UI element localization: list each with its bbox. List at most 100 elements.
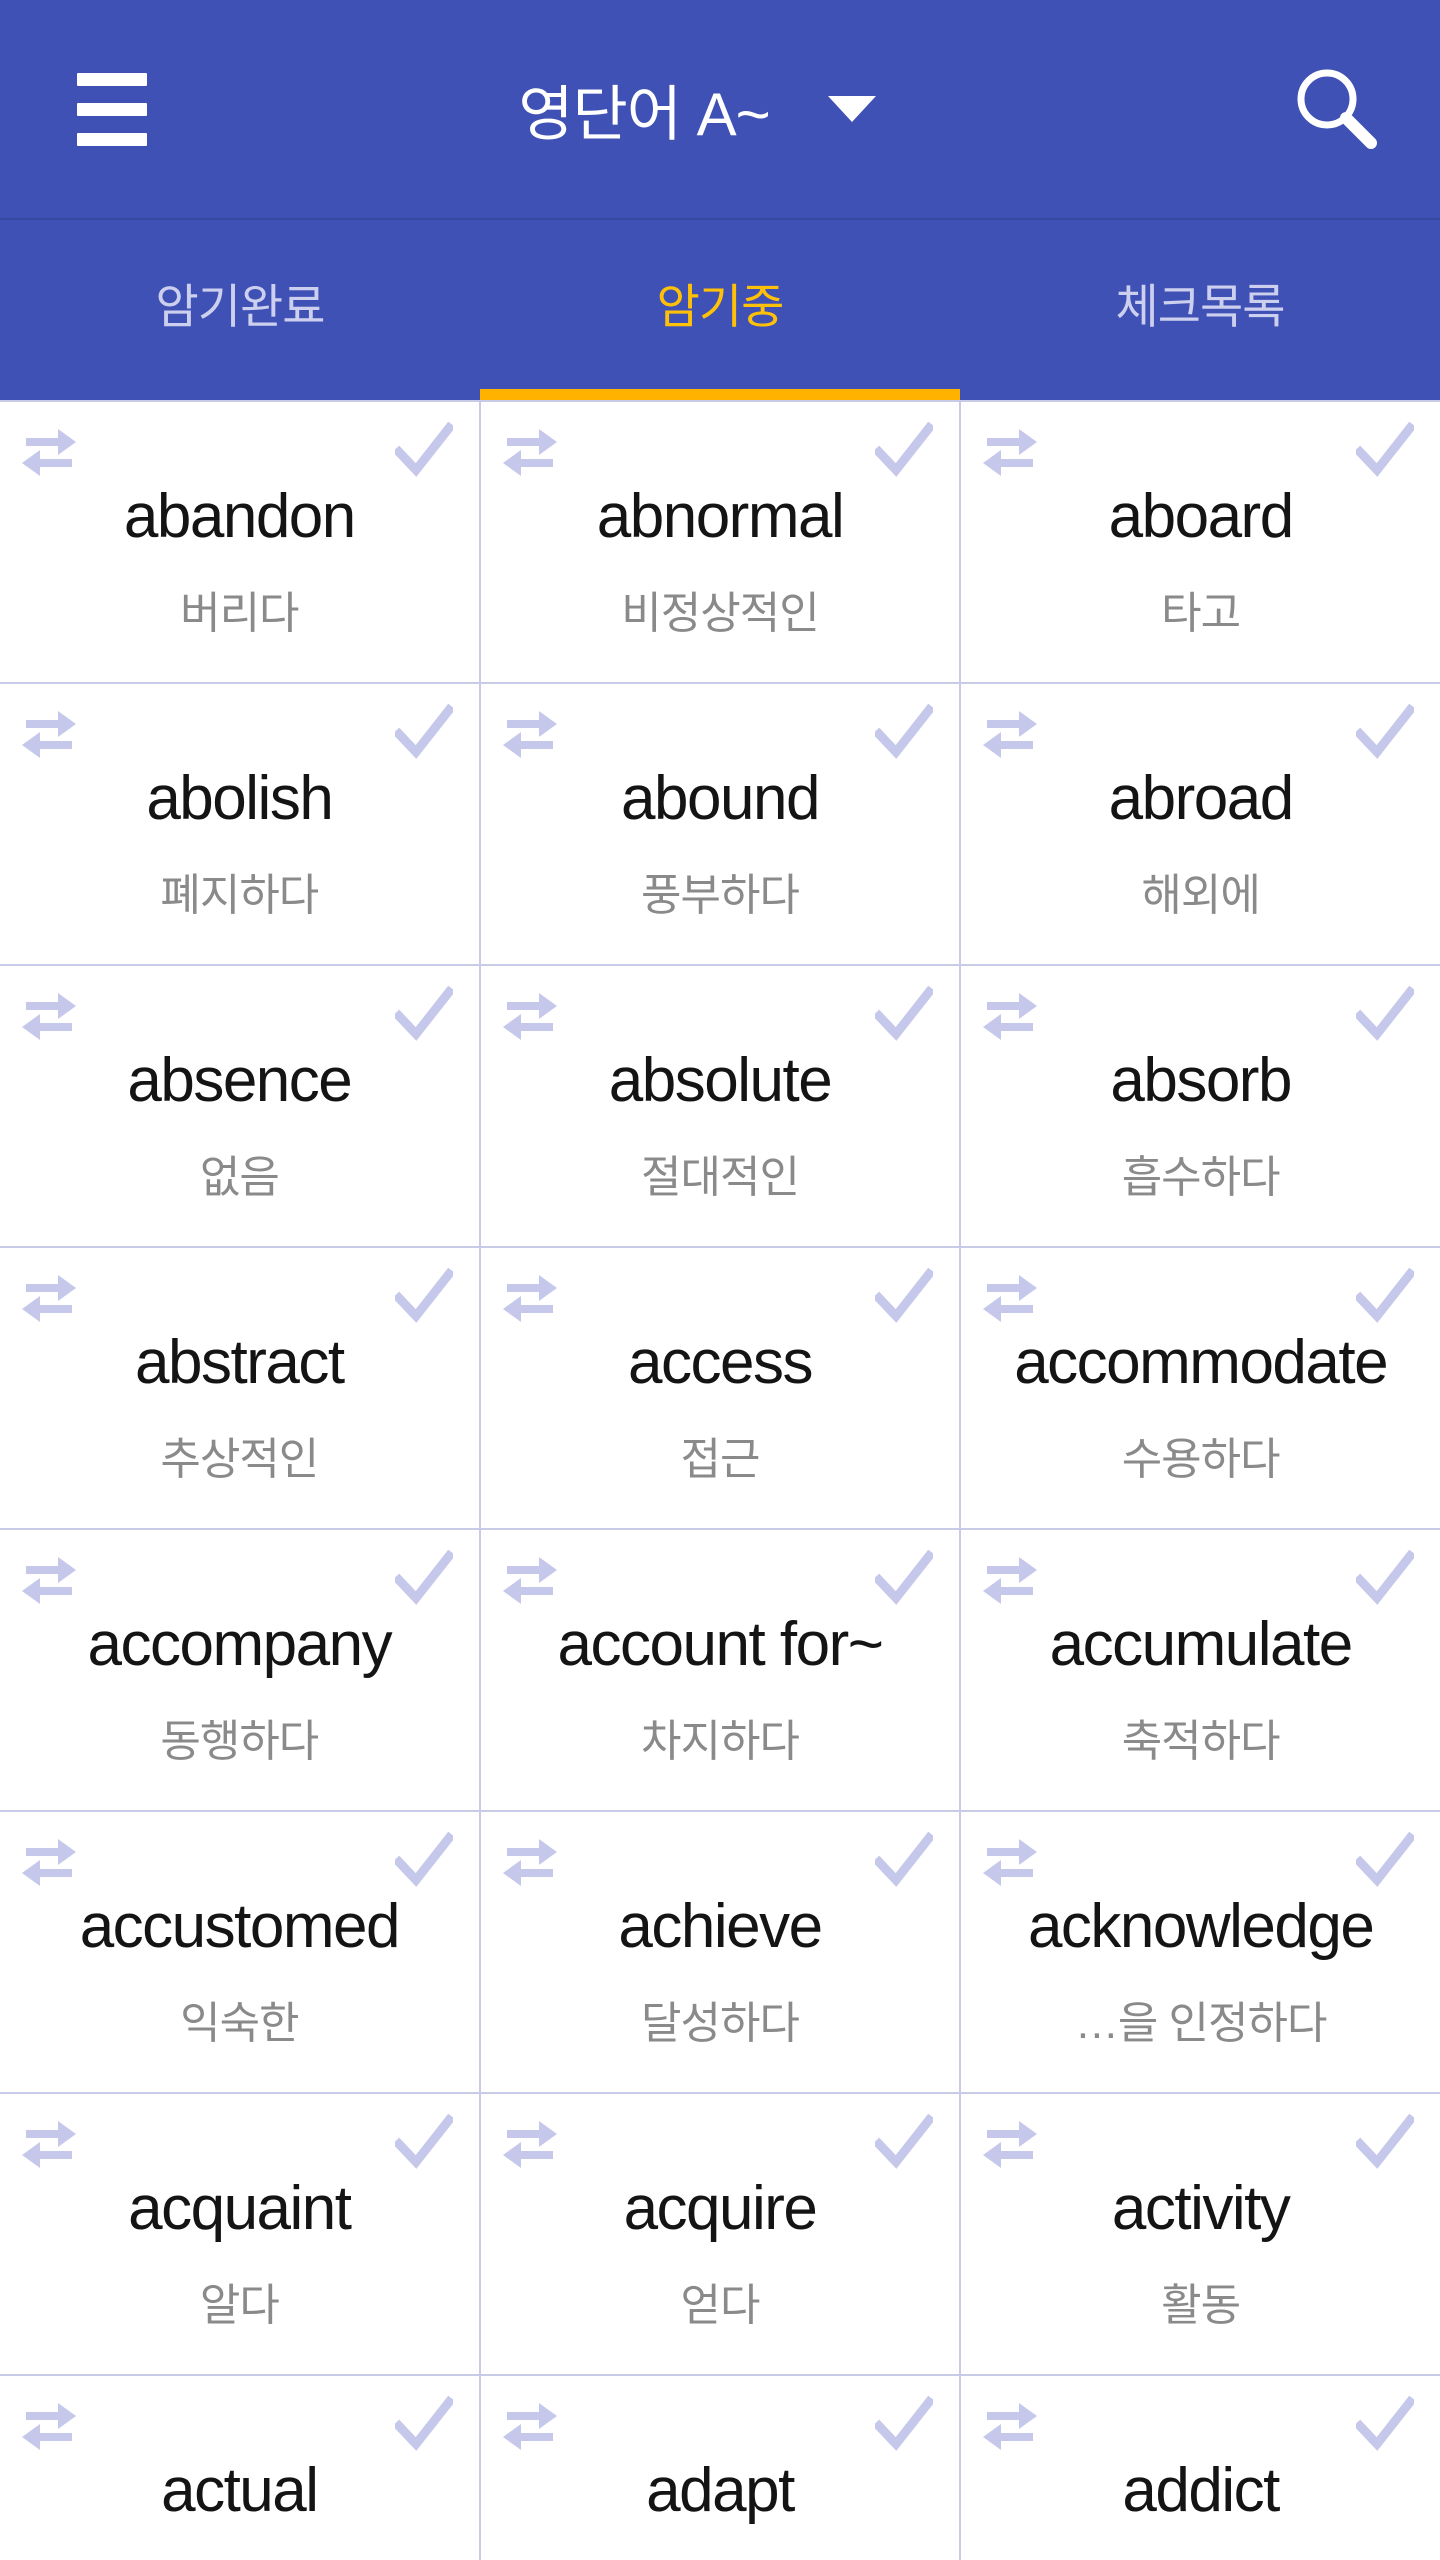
check-icon[interactable] [1355, 2114, 1414, 2170]
tab-checklist[interactable]: 체크목록 [960, 218, 1440, 400]
word-card[interactable]: actual [0, 2376, 479, 2560]
word-card[interactable]: acknowledge …을 인정하다 [961, 1812, 1440, 2092]
swap-arrows-icon[interactable] [499, 988, 561, 1040]
word-meaning: 축적하다 [1121, 1717, 1281, 1766]
check-icon[interactable] [394, 2396, 453, 2452]
swap-arrows-icon[interactable] [18, 1552, 80, 1604]
swap-arrows-icon[interactable] [18, 1270, 80, 1322]
tab-memorizing[interactable]: 암기중 [480, 218, 960, 400]
check-icon[interactable] [875, 2114, 934, 2170]
swap-arrows-icon[interactable] [18, 2398, 80, 2450]
word-card[interactable]: acquire 얻다 [480, 2094, 960, 2374]
check-icon[interactable] [394, 1268, 453, 1324]
swap-arrows-icon[interactable] [499, 424, 561, 476]
check-icon[interactable] [394, 1832, 453, 1888]
word-english: actual [161, 2456, 319, 2525]
chevron-down-icon[interactable] [827, 96, 876, 122]
check-icon[interactable] [394, 422, 453, 478]
word-english: acquire [623, 2174, 818, 2243]
word-card[interactable]: achieve 달성하다 [480, 1812, 960, 2092]
check-icon[interactable] [875, 1268, 934, 1324]
word-card[interactable]: accumulate 축적하다 [961, 1530, 1440, 1810]
word-english: adapt [646, 2456, 795, 2525]
check-icon[interactable] [1355, 986, 1414, 1042]
check-icon[interactable] [875, 1832, 934, 1888]
word-english: accumulate [1049, 1610, 1354, 1679]
check-icon[interactable] [394, 986, 453, 1042]
word-card[interactable]: absolute 절대적인 [480, 966, 960, 1246]
word-meaning: 풍부하다 [641, 871, 800, 920]
word-english: accustomed [79, 1892, 401, 1961]
word-card[interactable]: adapt [480, 2376, 960, 2560]
word-card[interactable]: abandon 버리다 [0, 402, 479, 682]
check-icon[interactable] [1355, 422, 1414, 478]
check-icon[interactable] [394, 1550, 453, 1606]
check-icon[interactable] [875, 704, 934, 760]
swap-arrows-icon[interactable] [499, 2116, 561, 2168]
swap-arrows-icon[interactable] [979, 706, 1041, 758]
word-card[interactable]: acquaint 알다 [0, 2094, 479, 2374]
word-card[interactable]: addict [961, 2376, 1440, 2560]
tab-label: 암기완료 [155, 279, 326, 333]
swap-arrows-icon[interactable] [18, 2116, 80, 2168]
word-card[interactable]: abolish 폐지하다 [0, 684, 479, 964]
swap-arrows-icon[interactable] [499, 706, 561, 758]
word-card[interactable]: absorb 흡수하다 [961, 966, 1440, 1246]
word-meaning: 절대적인 [641, 1153, 800, 1202]
word-card[interactable]: activity 활동 [961, 2094, 1440, 2374]
swap-arrows-icon[interactable] [979, 424, 1041, 476]
word-card[interactable]: accompany 동행하다 [0, 1530, 479, 1810]
word-card[interactable]: aboard 타고 [961, 402, 1440, 682]
swap-arrows-icon[interactable] [979, 2398, 1041, 2450]
word-card[interactable]: abstract 추상적인 [0, 1248, 479, 1528]
swap-arrows-icon[interactable] [979, 988, 1041, 1040]
search-icon[interactable] [1262, 34, 1412, 184]
check-icon[interactable] [394, 704, 453, 760]
check-icon[interactable] [1355, 1832, 1414, 1888]
title-zone[interactable]: 영단어 A~ [132, 66, 1262, 153]
check-icon[interactable] [875, 1550, 934, 1606]
check-icon[interactable] [1355, 704, 1414, 760]
word-english: acquaint [128, 2174, 352, 2243]
word-meaning: 알다 [199, 2281, 280, 2330]
check-icon[interactable] [1355, 2396, 1414, 2452]
swap-arrows-icon[interactable] [979, 1270, 1041, 1322]
swap-arrows-icon[interactable] [18, 1834, 80, 1886]
word-english: acknowledge [1027, 1892, 1375, 1961]
word-english: account for~ [557, 1610, 884, 1679]
word-card-grid: abandon 버리다 abnormal 비정상적인 aboard 타고 abolish 폐지… [0, 400, 1440, 2560]
word-english: absence [127, 1046, 352, 1115]
swap-arrows-icon[interactable] [979, 2116, 1041, 2168]
check-icon[interactable] [1355, 1268, 1414, 1324]
word-english: absorb [1110, 1046, 1292, 1115]
word-card[interactable]: abroad 해외에 [961, 684, 1440, 964]
word-card[interactable]: account for~ 차지하다 [480, 1530, 960, 1810]
word-card[interactable]: accustomed 익숙한 [0, 1812, 479, 2092]
word-meaning: 타고 [1161, 589, 1241, 638]
word-english: access [628, 1328, 813, 1397]
swap-arrows-icon[interactable] [979, 1552, 1041, 1604]
word-meaning: 접근 [680, 1435, 761, 1484]
swap-arrows-icon[interactable] [499, 1552, 561, 1604]
word-meaning: …을 인정하다 [1074, 1999, 1328, 2048]
swap-arrows-icon[interactable] [18, 988, 80, 1040]
word-card[interactable]: abound 풍부하다 [480, 684, 960, 964]
swap-arrows-icon[interactable] [499, 1834, 561, 1886]
swap-arrows-icon[interactable] [979, 1834, 1041, 1886]
word-english: abroad [1108, 764, 1295, 833]
swap-arrows-icon[interactable] [499, 2398, 561, 2450]
word-card[interactable]: accommodate 수용하다 [961, 1248, 1440, 1528]
check-icon[interactable] [394, 2114, 453, 2170]
word-meaning: 추상적인 [160, 1435, 319, 1484]
tab-memorized[interactable]: 암기완료 [0, 218, 480, 400]
swap-arrows-icon[interactable] [18, 424, 80, 476]
word-card[interactable]: abnormal 비정상적인 [480, 402, 960, 682]
check-icon[interactable] [1355, 1550, 1414, 1606]
check-icon[interactable] [875, 986, 934, 1042]
check-icon[interactable] [875, 422, 934, 478]
check-icon[interactable] [875, 2396, 934, 2452]
swap-arrows-icon[interactable] [18, 706, 80, 758]
swap-arrows-icon[interactable] [499, 1270, 561, 1322]
word-card[interactable]: access 접근 [480, 1248, 960, 1528]
word-card[interactable]: absence 없음 [0, 966, 479, 1246]
